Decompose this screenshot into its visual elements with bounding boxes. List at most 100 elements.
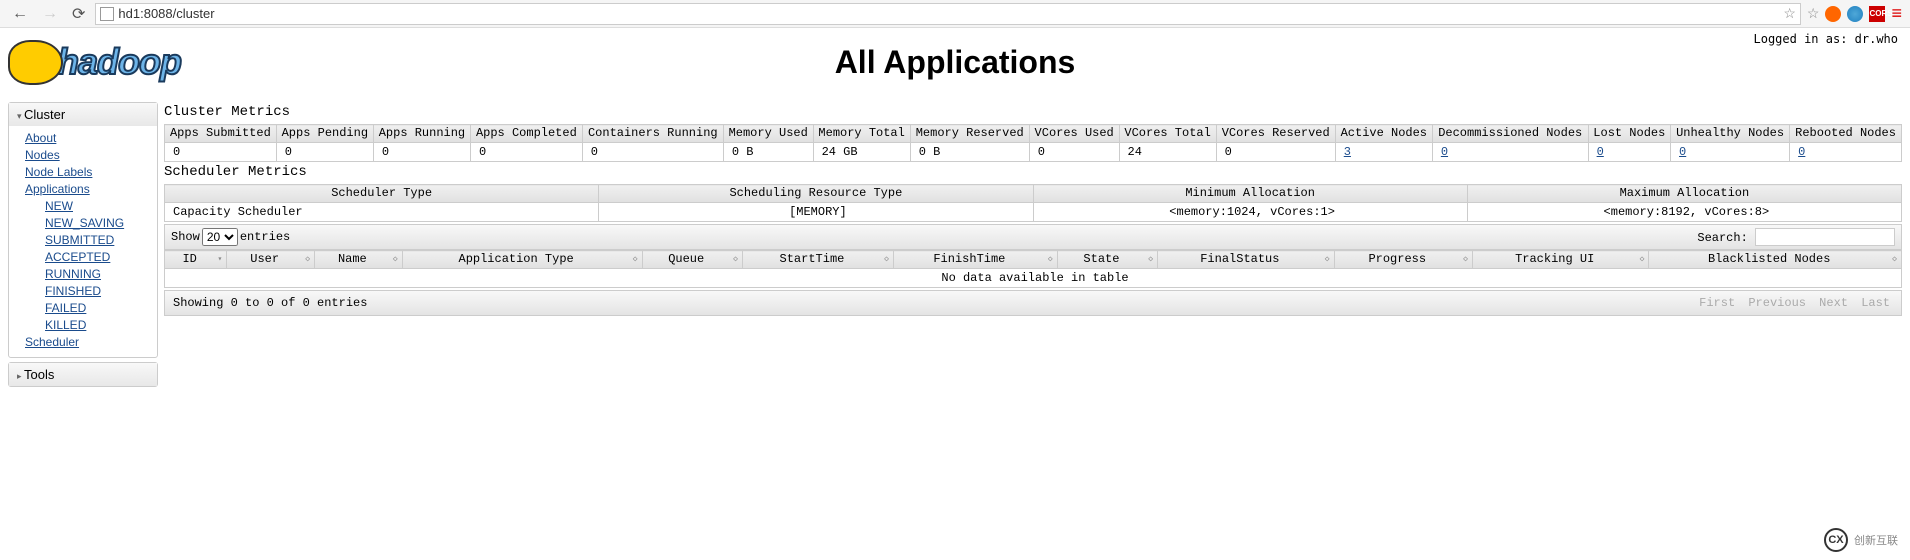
sort-icon: ◇	[305, 257, 310, 263]
page-title: All Applications	[8, 44, 1902, 81]
th-memory-total: Memory Total	[813, 125, 910, 143]
td-min-alloc: <memory:1024, vCores:1>	[1033, 203, 1467, 222]
sort-icon: ◇	[1640, 257, 1645, 263]
sidebar-link-accepted[interactable]: ACCEPTED	[45, 249, 151, 266]
forward-button[interactable]: →	[38, 3, 62, 25]
th-vcores-total: VCores Total	[1119, 125, 1216, 143]
showing-text: Showing 0 to 0 of 0 entries	[173, 296, 367, 310]
url-text: hd1:8088/cluster	[118, 6, 1783, 21]
td-resource-type: [MEMORY]	[599, 203, 1033, 222]
th-state[interactable]: State◇	[1057, 251, 1157, 269]
td-rebooted-nodes: 0	[1790, 143, 1902, 162]
th-id[interactable]: ID▾	[165, 251, 227, 269]
lost-nodes-link[interactable]: 0	[1597, 145, 1604, 159]
th-memory-used: Memory Used	[723, 125, 813, 143]
th-vcores-reserved: VCores Reserved	[1216, 125, 1335, 143]
no-data-row: No data available in table	[165, 269, 1902, 288]
th-vcores-used: VCores Used	[1029, 125, 1119, 143]
sidebar-header-tools[interactable]: Tools	[9, 363, 157, 386]
sidebar-link-node-labels[interactable]: Node Labels	[25, 164, 151, 181]
bookmark-star-icon[interactable]: ☆	[1783, 5, 1796, 22]
login-info: Logged in as: dr.who	[1754, 32, 1899, 46]
th-tracking[interactable]: Tracking UI◇	[1472, 251, 1648, 269]
ext-cors-icon[interactable]: CORS	[1869, 6, 1885, 22]
td-containers-running: 0	[582, 143, 723, 162]
th-progress[interactable]: Progress◇	[1334, 251, 1472, 269]
td-vcores-used: 0	[1029, 143, 1119, 162]
elephant-icon	[8, 40, 63, 85]
cluster-metrics-title: Cluster Metrics	[164, 104, 1902, 120]
search-input[interactable]	[1755, 228, 1895, 246]
active-nodes-link[interactable]: 3	[1344, 145, 1351, 159]
browser-menu-icon[interactable]: ≡	[1891, 3, 1902, 24]
sidebar-link-scheduler[interactable]: Scheduler	[25, 334, 151, 351]
th-final-status[interactable]: FinalStatus◇	[1158, 251, 1334, 269]
sidebar-link-applications[interactable]: Applications	[25, 181, 151, 198]
th-queue[interactable]: Queue◇	[642, 251, 742, 269]
sidebar-link-killed[interactable]: KILLED	[45, 317, 151, 334]
sort-icon: ◇	[1463, 257, 1468, 263]
td-vcores-reserved: 0	[1216, 143, 1335, 162]
sort-icon: ◇	[1892, 257, 1897, 263]
sort-icon: ▾	[218, 257, 223, 263]
page-first[interactable]: First	[1699, 296, 1735, 310]
td-lost-nodes: 0	[1588, 143, 1670, 162]
pagination: First Previous Next Last	[1696, 296, 1893, 310]
th-lost-nodes: Lost Nodes	[1588, 125, 1670, 143]
sidebar-link-running[interactable]: RUNNING	[45, 266, 151, 283]
sidebar-link-finished[interactable]: FINISHED	[45, 283, 151, 300]
sort-icon: ◇	[393, 257, 398, 263]
th-user[interactable]: User◇	[227, 251, 315, 269]
sort-icon: ◇	[1325, 257, 1330, 263]
th-scheduler-type: Scheduler Type	[165, 185, 599, 203]
td-decommissioned-nodes: 0	[1432, 143, 1588, 162]
decommissioned-nodes-link[interactable]: 0	[1441, 145, 1448, 159]
sidebar-link-submitted[interactable]: SUBMITTED	[45, 232, 151, 249]
cluster-metrics-table: Apps Submitted Apps Pending Apps Running…	[164, 124, 1902, 162]
address-bar[interactable]: hd1:8088/cluster ☆	[95, 3, 1801, 25]
td-unhealthy-nodes: 0	[1671, 143, 1790, 162]
rebooted-nodes-link[interactable]: 0	[1798, 145, 1805, 159]
browser-toolbar: ← → ⟳ hd1:8088/cluster ☆ ☆ CORS ≡	[0, 0, 1910, 28]
th-resource-type: Scheduling Resource Type	[599, 185, 1033, 203]
reload-button[interactable]: ⟳	[68, 2, 89, 26]
cluster-metrics-row: 0 0 0 0 0 0 B 24 GB 0 B 0 24 0 3 0 0	[165, 143, 1902, 162]
sidebar-header-cluster[interactable]: Cluster	[9, 103, 157, 126]
sidebar-link-new-saving[interactable]: NEW_SAVING	[45, 215, 151, 232]
unhealthy-nodes-link[interactable]: 0	[1679, 145, 1686, 159]
scheduler-metrics-title: Scheduler Metrics	[164, 164, 1902, 180]
sidebar: Cluster About Nodes Node Labels Applicat…	[8, 102, 158, 391]
sort-icon: ◇	[1148, 257, 1153, 263]
page-previous[interactable]: Previous	[1748, 296, 1806, 310]
td-memory-used: 0 B	[723, 143, 813, 162]
ext-translate-icon[interactable]: ☆	[1807, 5, 1820, 22]
th-name[interactable]: Name◇	[315, 251, 403, 269]
page-size-select[interactable]: 20	[202, 228, 238, 246]
table-footer: Showing 0 to 0 of 0 entries First Previo…	[164, 290, 1902, 316]
back-button[interactable]: ←	[8, 3, 32, 25]
th-containers-running: Containers Running	[582, 125, 723, 143]
sort-icon: ◇	[733, 257, 738, 263]
td-scheduler-type: Capacity Scheduler	[165, 203, 599, 222]
sidebar-link-new[interactable]: NEW	[45, 198, 151, 215]
th-blacklisted[interactable]: Blacklisted Nodes◇	[1649, 251, 1902, 269]
sidebar-link-failed[interactable]: FAILED	[45, 300, 151, 317]
ext-globe-icon[interactable]	[1847, 6, 1863, 22]
sidebar-link-nodes[interactable]: Nodes	[25, 147, 151, 164]
th-apps-completed: Apps Completed	[470, 125, 582, 143]
th-active-nodes: Active Nodes	[1335, 125, 1432, 143]
page-last[interactable]: Last	[1861, 296, 1890, 310]
th-starttime[interactable]: StartTime◇	[742, 251, 893, 269]
td-apps-submitted: 0	[165, 143, 277, 162]
td-max-alloc: <memory:8192, vCores:8>	[1467, 203, 1901, 222]
watermark-logo-icon: CX	[1824, 528, 1848, 552]
ext-orange-icon[interactable]	[1825, 6, 1841, 22]
page-next[interactable]: Next	[1819, 296, 1848, 310]
sidebar-link-about[interactable]: About	[25, 130, 151, 147]
td-apps-pending: 0	[276, 143, 373, 162]
th-app-type[interactable]: Application Type◇	[402, 251, 642, 269]
th-unhealthy-nodes: Unhealthy Nodes	[1671, 125, 1790, 143]
search-label: Search:	[1697, 231, 1747, 245]
td-apps-completed: 0	[470, 143, 582, 162]
th-finishtime[interactable]: FinishTime◇	[893, 251, 1057, 269]
